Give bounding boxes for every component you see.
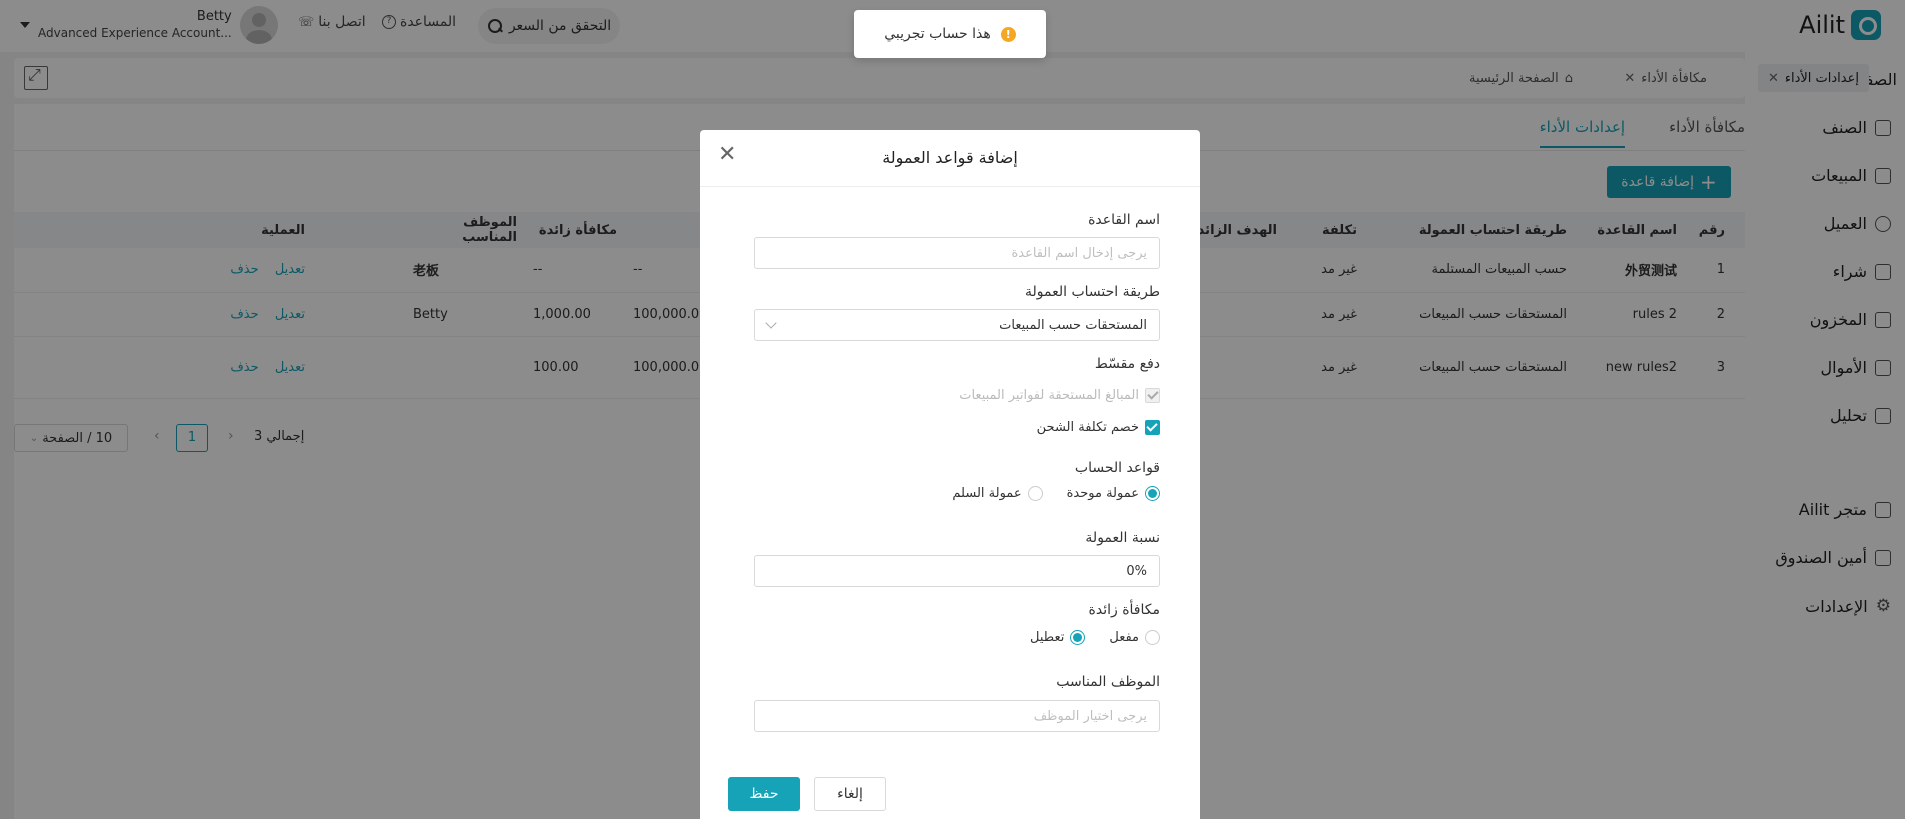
radio-label: تعطيل [1030,630,1065,645]
radio-ladder[interactable]: عمولة السلم [952,486,1043,501]
rate-input[interactable]: 0% [754,555,1160,587]
method-label: طريقة احتساب العمولة [1025,284,1160,300]
radio-label: عمولة موحدة [1066,486,1139,501]
radio-unselected[interactable] [1145,630,1160,645]
shipping-label: خصم تكلفة الشحن [1036,420,1139,435]
radio-enabled[interactable]: مفعل [1109,630,1160,645]
staff-label: الموظف المناسب [1056,674,1160,690]
radio-label: عمولة السلم [952,486,1022,501]
save-button[interactable]: حفظ [728,777,800,811]
chevron-down-icon [765,317,777,329]
radio-selected[interactable] [1145,486,1160,501]
checkbox-disabled [1145,388,1160,403]
close-icon[interactable]: ✕ [718,144,736,166]
method-value: المستحقات حسب المبيعات [999,317,1147,333]
extra-bonus-radio-group: مفعل تعطيل [1030,630,1160,645]
add-commission-rule-modal: إضافة قواعد العمولة ✕ اسم القاعدة يرجى إ… [700,130,1200,819]
modal-header: إضافة قواعد العمولة ✕ [700,130,1200,187]
extra-bonus-label: مكافأة زائدة [1088,602,1160,618]
receivable-label: المبالغ المستحقة لفواتير المبيعات [959,388,1139,403]
radio-selected[interactable] [1070,630,1086,645]
calc-rules-label: قواعد الحساب [1074,460,1160,476]
cancel-button[interactable]: إلغاء [814,777,886,811]
shipping-checkbox[interactable]: خصم تكلفة الشحن [1037,420,1160,435]
rate-label: نسبة العمولة [1085,530,1160,546]
deduct-label: دفع مقسّط [1094,356,1160,372]
radio-disabled[interactable]: تعطيل [1030,630,1086,645]
checkbox-checked[interactable] [1145,420,1160,435]
rule-name-input[interactable]: يرجى إدخال اسم القاعدة [754,237,1160,269]
radio-unified[interactable]: عمولة موحدة [1067,486,1160,501]
radio-unselected[interactable] [1027,486,1043,501]
rule-name-label: اسم القاعدة [1088,212,1160,228]
info-icon: ! [1000,26,1016,42]
toast-message: هذا حساب تجريبي [884,26,991,42]
method-select[interactable]: المستحقات حسب المبيعات [754,309,1160,341]
receivable-checkbox: المبالغ المستحقة لفواتير المبيعات [959,388,1160,403]
calc-rules-radio-group: عمولة موحدة عمولة السلم [952,486,1160,501]
radio-label: مفعل [1109,630,1139,645]
modal-title: إضافة قواعد العمولة [882,148,1018,167]
trial-toast: ! هذا حساب تجريبي [854,10,1046,58]
staff-select[interactable]: يرجى اختيار الموظف [754,700,1160,732]
